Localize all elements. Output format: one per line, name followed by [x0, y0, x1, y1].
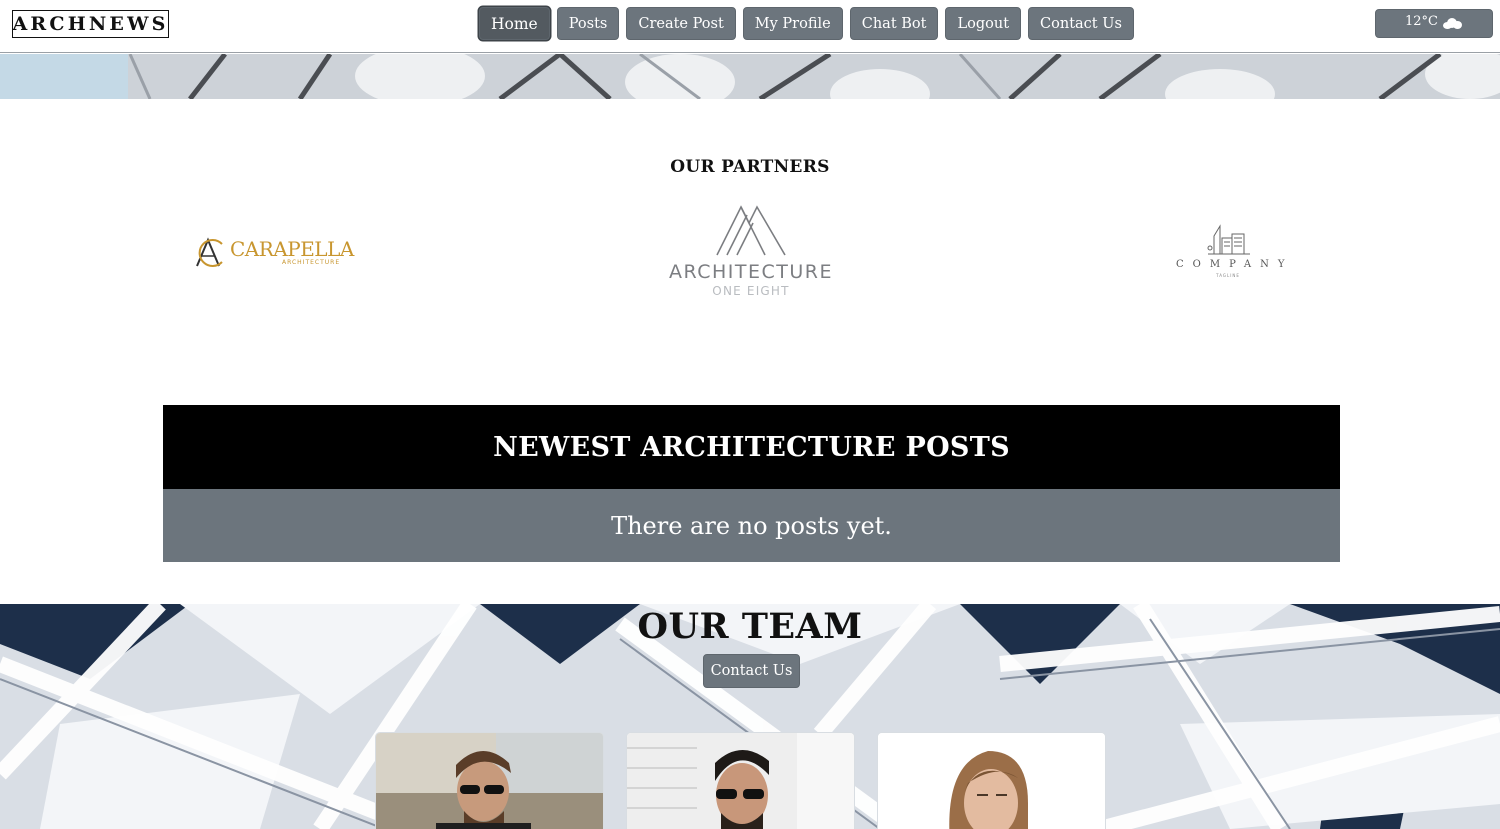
partner-subtitle: ARCHITECTURE [282, 259, 341, 266]
partner-subtitle: TAGLINE [1216, 273, 1240, 278]
brand-logo[interactable]: ARCHNEWS [12, 10, 169, 38]
carapella-emblem-icon [196, 237, 223, 267]
partner-logo-carapella[interactable]: CARAPELLA ARCHITECTURE [192, 232, 354, 272]
nav-posts-button[interactable]: Posts [556, 7, 620, 40]
team-member-photo [376, 733, 603, 829]
hero-banner-image [0, 54, 1500, 99]
partners-title: OUR PARTNERS [670, 157, 830, 177]
nav-create-post-button[interactable]: Create Post [626, 7, 736, 40]
nav-home-button[interactable]: Home [479, 7, 550, 40]
empty-posts-message: There are no posts yet. [163, 489, 1340, 562]
partner-name: CARAPELLA [230, 237, 354, 261]
team-contact-us-button[interactable]: Contact Us [703, 654, 800, 688]
team-member-card[interactable] [375, 732, 604, 829]
navbar: ARCHNEWS Home Posts Create Post My Profi… [0, 0, 1500, 53]
newest-posts-title: NEWEST ARCHITECTURE POSTS [163, 405, 1340, 489]
partner-logo-architecture-one-eight[interactable]: ARCHITECTURE ONE EIGHT [665, 205, 837, 300]
team-member-card[interactable] [626, 732, 855, 829]
nav-contact-us-button[interactable]: Contact Us [1028, 7, 1134, 40]
cloud-icon [1443, 17, 1463, 29]
nav-logout-button[interactable]: Logout [945, 7, 1022, 40]
partner-logo-company[interactable]: COMPANY TAGLINE [1168, 222, 1288, 282]
main-nav: Home Posts Create Post My Profile Chat B… [479, 7, 1134, 41]
team-member-photo [627, 733, 854, 829]
buildings-outline-icon [1207, 224, 1250, 255]
team-member-photo [878, 733, 1105, 829]
partner-subtitle: ONE EIGHT [712, 284, 790, 298]
nav-my-profile-button[interactable]: My Profile [742, 7, 843, 40]
team-section: OUR TEAM Contact Us [0, 604, 1500, 829]
nav-chat-bot-button[interactable]: Chat Bot [849, 7, 939, 40]
team-title: OUR TEAM [637, 606, 863, 647]
partner-name: ARCHITECTURE [668, 261, 833, 283]
weather-widget[interactable]: 12°C [1375, 9, 1493, 38]
mountain-lines-icon [716, 205, 786, 256]
weather-temperature: 12°C [1405, 14, 1438, 29]
partner-name: COMPANY [1176, 259, 1294, 270]
team-member-card[interactable] [877, 732, 1106, 829]
